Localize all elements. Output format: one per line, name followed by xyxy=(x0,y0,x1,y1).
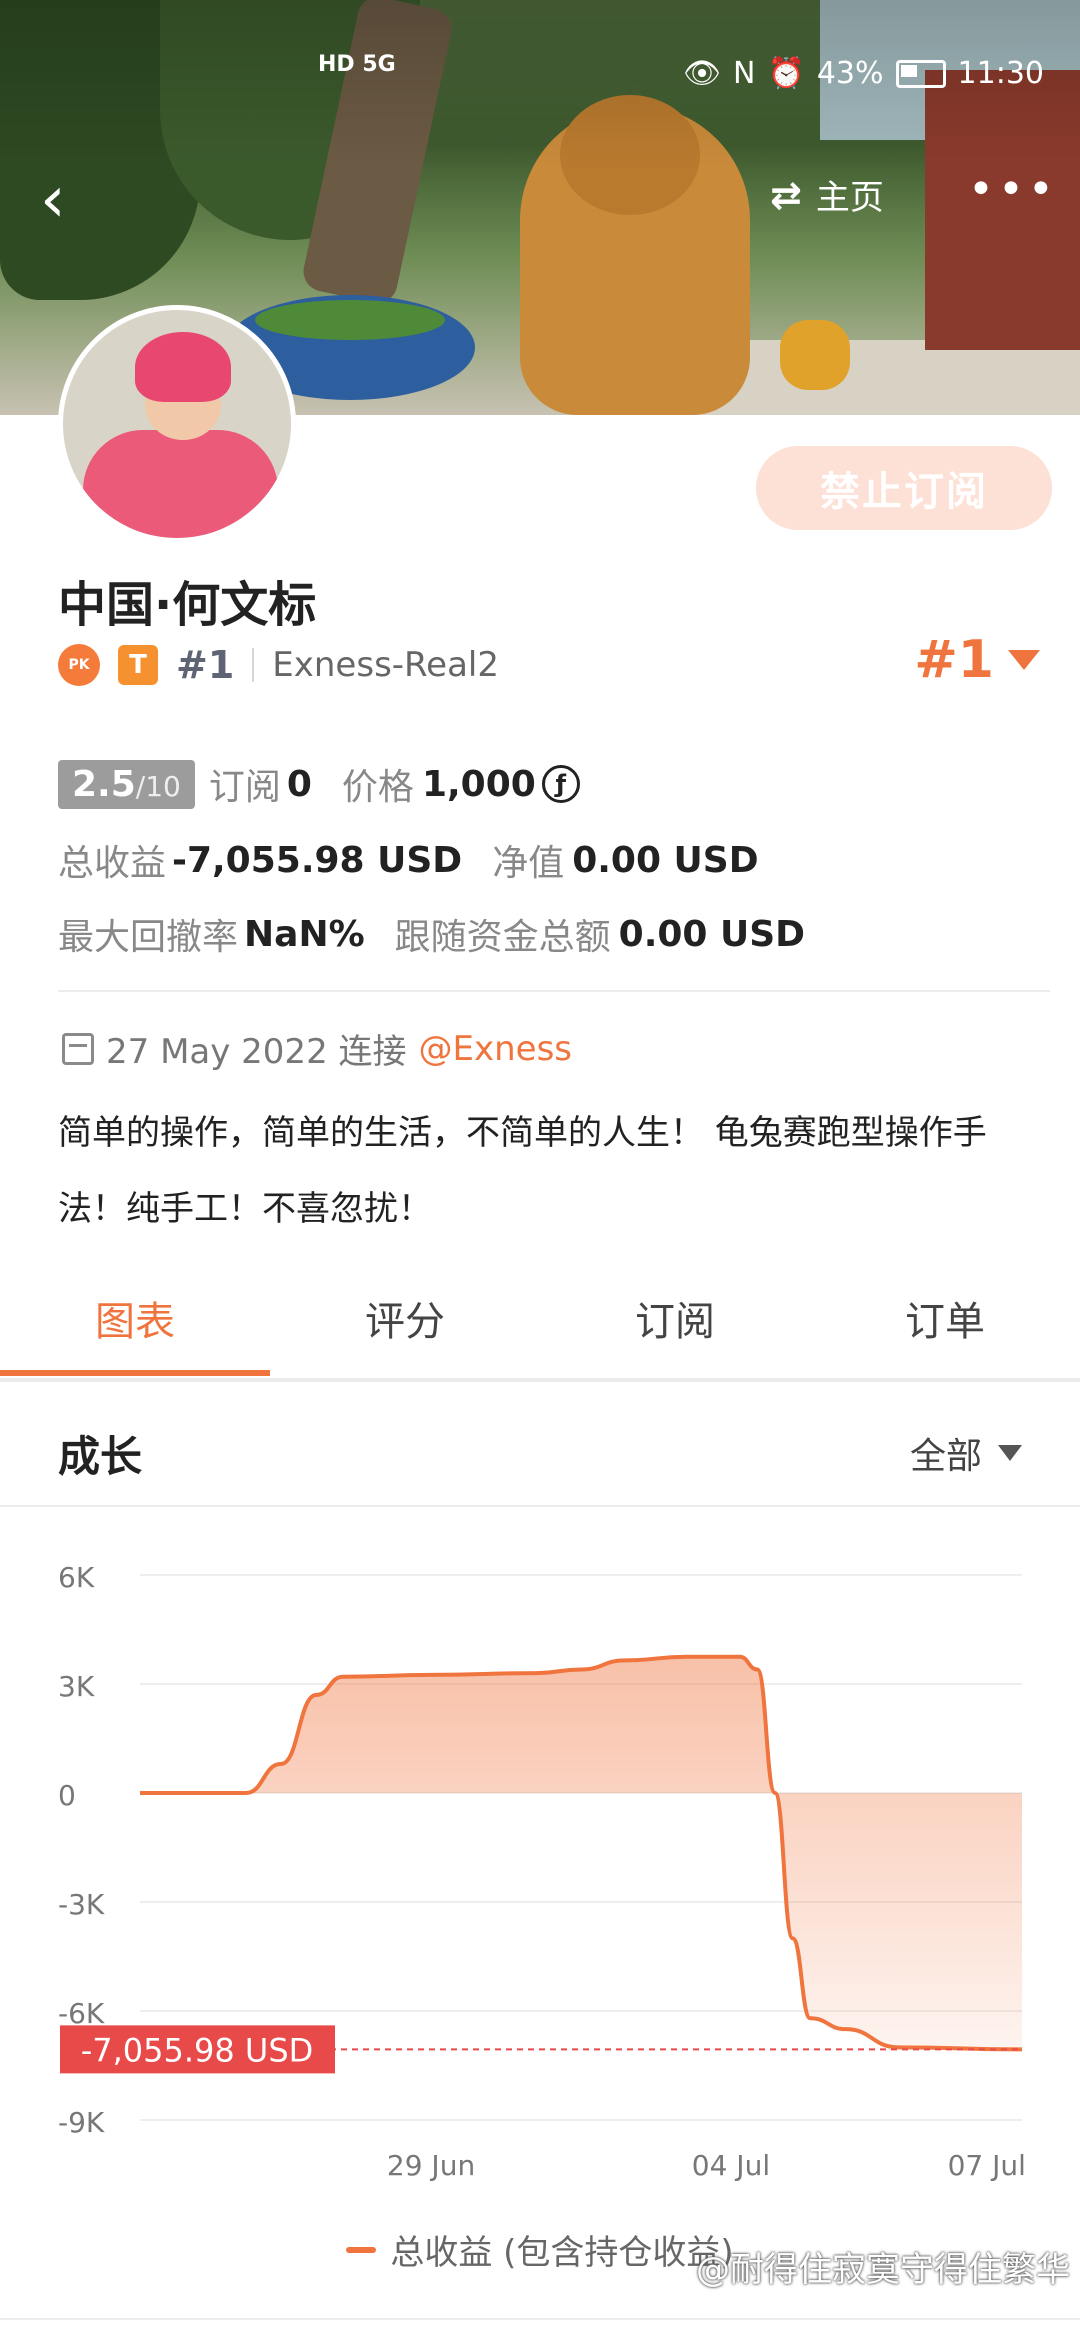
section-divider xyxy=(0,1505,1080,1507)
caret-down-icon xyxy=(998,1445,1022,1461)
x-tick-label: 04 Jul xyxy=(692,2149,770,2182)
legend-label: 总收益 (包含持仓收益) xyxy=(390,2233,734,2273)
follow-label: 跟随资金总额 xyxy=(394,917,611,958)
stats-row-3: 最大回撤率 NaN% 跟随资金总额 0.00 USD xyxy=(58,908,805,960)
watermark: @耐得住寂寞守得住繁华 xyxy=(696,2250,1070,2290)
coin-icon: ƒ xyxy=(541,765,580,803)
tab-bar: 图表 评分 订阅 订单 xyxy=(0,1280,1080,1380)
battery-percent: 43% xyxy=(816,56,884,91)
nfc-icon: N xyxy=(733,56,756,91)
pk-fire-icon: PK xyxy=(58,644,100,686)
value-marker-label: -7,055.98 USD xyxy=(81,2031,314,2069)
y-tick-label: 6K xyxy=(58,1561,95,1594)
profit-label: 总收益 xyxy=(58,843,167,884)
back-button[interactable]: ‹ xyxy=(40,160,100,240)
y-tick-label: 3K xyxy=(58,1670,95,1703)
score-badge: 2.5/10 xyxy=(58,759,195,809)
tab-rating[interactable]: 评分 xyxy=(270,1280,540,1380)
growth-section-header: 成长 全部 xyxy=(0,1385,1080,1505)
score-total: /10 xyxy=(135,769,181,803)
connection-row: 27 May 2022 连接 @Exness xyxy=(62,1024,572,1073)
equity-label: 净值 xyxy=(492,843,565,884)
divider xyxy=(252,648,255,682)
chevron-left-icon: ‹ xyxy=(40,163,66,237)
profit-value: -7,055.98 USD xyxy=(172,839,463,881)
y-tick-label: -6K xyxy=(58,1997,105,2030)
tab-orders[interactable]: 订单 xyxy=(810,1280,1080,1380)
drawdown-value: NaN% xyxy=(244,913,365,955)
equity-value: 0.00 USD xyxy=(572,839,759,881)
trader-name: 中国·何文标 xyxy=(58,577,317,633)
y-tick-label: -9K xyxy=(58,2106,105,2139)
price-label: 价格 xyxy=(341,767,414,808)
y-tick-label: 0 xyxy=(58,1779,76,1812)
avatar-helmet xyxy=(135,332,231,402)
score-value: 2.5 xyxy=(72,763,136,805)
tabs-divider xyxy=(0,1378,1080,1382)
x-tick-label: 29 Jun xyxy=(387,2149,475,2182)
follow-value: 0.00 USD xyxy=(618,913,806,955)
more-dots-icon: ••• xyxy=(968,164,1058,215)
filter-label: 全部 xyxy=(909,1436,982,1477)
home-label: 主页 xyxy=(815,178,884,218)
status-bar: HD 5G 👁 N ⏰ 43% 11:30 xyxy=(0,52,1080,102)
stats-row-2: 总收益 -7,055.98 USD 净值 0.00 USD xyxy=(58,834,759,886)
eye-icon: 👁 xyxy=(682,56,722,91)
legend-swatch xyxy=(346,2246,377,2253)
swap-icon: ⇄ xyxy=(770,172,802,217)
network-indicator: HD 5G xyxy=(318,52,396,77)
broker-link[interactable]: @Exness xyxy=(419,1029,573,1069)
subscribe-value: 0 xyxy=(286,763,312,805)
home-button[interactable]: ⇄ 主页 xyxy=(770,170,884,219)
account-name: Exness-Real2 xyxy=(272,645,499,685)
section-title: 成长 xyxy=(58,1432,143,1481)
tab-subscription[interactable]: 订阅 xyxy=(540,1280,810,1380)
status-right: 👁 N ⏰ 43% 11:30 xyxy=(683,56,1044,91)
price-value: 1,000 xyxy=(421,763,536,805)
rank-small: #1 xyxy=(176,643,235,687)
x-tick-label: 07 Jul xyxy=(948,2149,1026,2182)
stats-row-1: 2.5/10 订阅 0 价格 1,000 ƒ xyxy=(58,758,580,810)
unsubscribe-button[interactable]: 禁止订阅 xyxy=(756,446,1052,530)
drawdown-label: 最大回撤率 xyxy=(58,917,239,958)
bottom-divider xyxy=(0,2318,1080,2320)
clock: 11:30 xyxy=(957,56,1044,91)
connect-date: 27 May 2022 连接 xyxy=(106,1032,407,1072)
y-tick-label: -3K xyxy=(58,1888,105,1921)
rank-dropdown[interactable]: #1 xyxy=(914,630,1040,690)
avatar[interactable] xyxy=(58,305,296,543)
tab-chart[interactable]: 图表 xyxy=(0,1280,270,1380)
range-filter[interactable]: 全部 xyxy=(910,1427,1022,1479)
calendar-icon xyxy=(62,1032,94,1065)
caret-down-icon xyxy=(1008,650,1040,670)
trader-bio: 简单的操作，简单的生活，不简单的人生！ 龟兔赛跑型操作手法！纯手工！不喜忽扰！ xyxy=(58,1113,987,1229)
subscribe-label: 订阅 xyxy=(208,767,281,808)
series-area xyxy=(140,1656,1022,2050)
avatar-body xyxy=(83,430,278,538)
trader-badges: PK T #1 Exness-Real2 xyxy=(58,635,499,695)
divider xyxy=(58,990,1050,992)
alarm-icon: ⏰ xyxy=(767,56,805,91)
battery-icon xyxy=(895,59,946,88)
growth-chart[interactable]: 6K 3K 0 -3K -6K -9K 29 Jun 04 Jul 07 Jul -7,055.9… xyxy=(0,1510,1080,2210)
t-badge-icon: T xyxy=(118,645,158,685)
rank-big: #1 xyxy=(914,630,994,690)
more-button[interactable]: ••• xyxy=(968,168,1058,212)
